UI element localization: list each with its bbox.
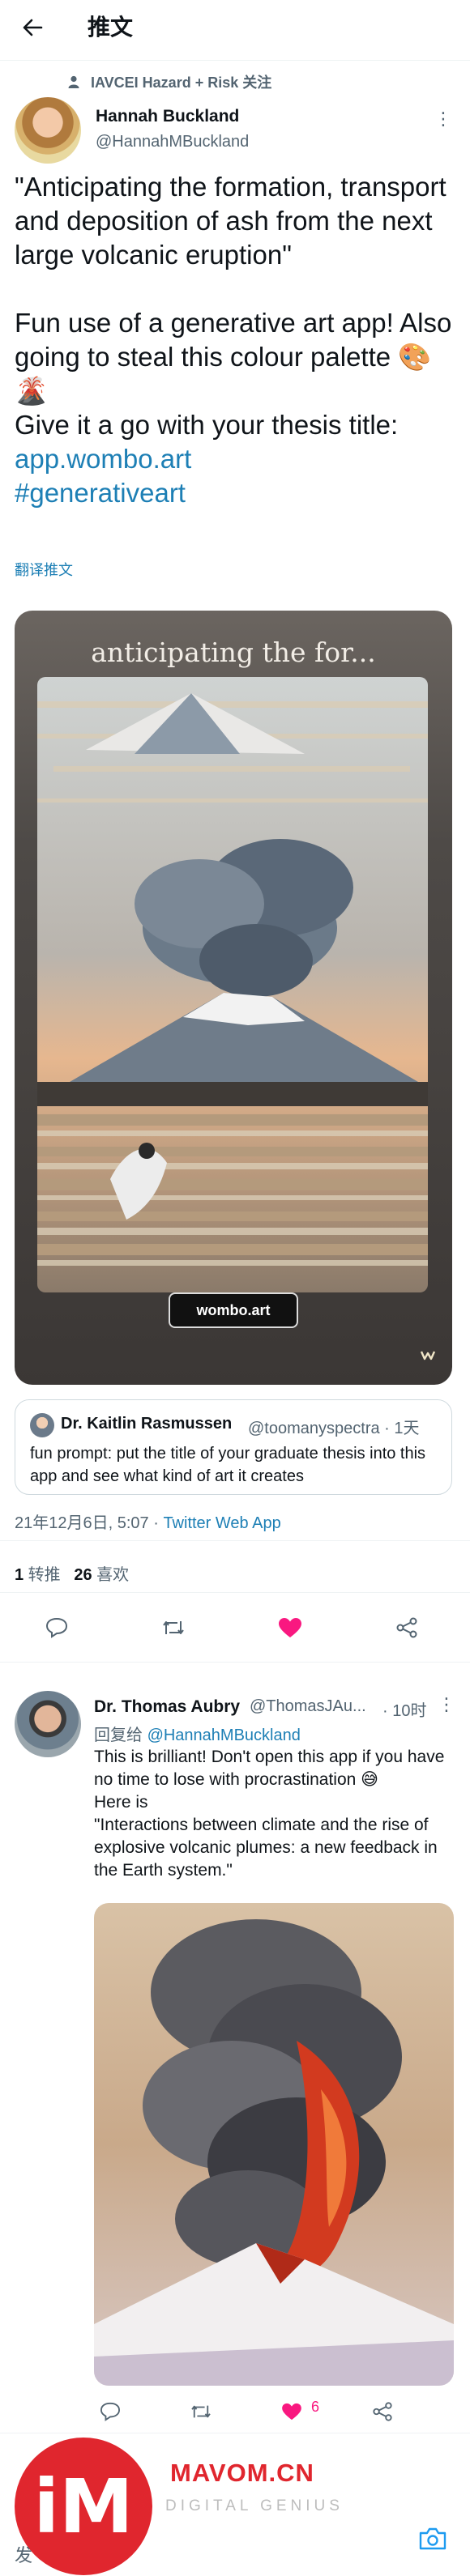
watermark-logo: iM <box>15 2438 152 2575</box>
reply-liked-heart-icon[interactable] <box>276 2395 308 2428</box>
reply-actions <box>94 2395 454 2428</box>
liked-heart-icon[interactable] <box>274 1612 306 1644</box>
retweet-count: 1 <box>15 1566 24 1584</box>
divider <box>0 60 470 61</box>
divider <box>0 1662 470 1663</box>
reply-share-icon[interactable] <box>366 2395 399 2428</box>
watermark-brand: MAVOM.CN <box>170 2459 314 2487</box>
tweet-link[interactable]: app.wombo.art <box>15 442 452 476</box>
author-handle[interactable]: @HannahMBuckland <box>96 133 249 151</box>
reply-time: · 10时 <box>382 1702 427 1720</box>
translate-tweet-link[interactable]: 翻译推文 <box>15 559 73 580</box>
tweet-timestamp: 21年12月6日, 5:07 · Twitter Web App <box>15 1509 281 1533</box>
avatar[interactable] <box>15 97 81 164</box>
card-title: anticipating the for... <box>91 637 376 668</box>
divider <box>0 1540 470 1541</box>
reply-retweet-icon[interactable] <box>185 2395 217 2428</box>
page-title: 推文 <box>88 15 134 40</box>
tweet-date: 21年12月6日, 5:07 · <box>15 1514 164 1532</box>
tweet-body: "Anticipating the formation, transport a… <box>15 172 452 440</box>
share-icon[interactable] <box>391 1612 423 1644</box>
watermark-tagline: DIGITAL GENIUS <box>165 2497 344 2514</box>
reply-avatar[interactable] <box>15 1691 81 1757</box>
more-options-icon[interactable]: ⋮ <box>434 109 452 130</box>
retweet-icon[interactable] <box>157 1612 190 1644</box>
reply-like-count: 6 <box>311 2399 320 2415</box>
reply-author-handle[interactable]: @ThomasJAu... <box>250 1697 366 1716</box>
watermark: iM MAVOM.CN DIGITAL GENIUS <box>0 2438 470 2576</box>
quote-author-handle: @toomanyspectra · 1天 <box>248 1420 420 1437</box>
reply-reply-icon[interactable] <box>94 2395 126 2428</box>
quote-text: fun prompt: put the title of your gradua… <box>30 1445 426 1485</box>
quote-avatar <box>30 1413 54 1437</box>
tweet-source-link[interactable]: Twitter Web App <box>163 1514 280 1532</box>
top-bar: 推文 <box>0 0 470 55</box>
tweet-text: "Anticipating the formation, transport a… <box>15 170 452 510</box>
generated-artwork-image <box>37 677 428 1292</box>
person-icon <box>68 75 79 88</box>
like-count: 26 <box>74 1566 92 1584</box>
retweet-label: 转推 <box>24 1566 61 1584</box>
hashtag-link[interactable]: #generativeart <box>15 476 452 510</box>
reply-icon[interactable] <box>41 1612 73 1644</box>
wombo-badge: wombo.art <box>169 1292 298 1328</box>
back-arrow-icon[interactable] <box>18 13 47 42</box>
quoted-tweet[interactable]: Dr. Kaitlin Rasmussen @toomanyspectra · … <box>15 1399 452 1495</box>
wombo-logo-icon <box>420 1351 436 1360</box>
reply-author-name[interactable]: Dr. Thomas Aubry <box>94 1697 240 1717</box>
reply-more-options-icon[interactable]: ⋮ <box>438 1694 455 1715</box>
quote-author-name: Dr. Kaitlin Rasmussen <box>61 1415 233 1433</box>
reply-to-line: 回复给 @HannahMBuckland <box>94 1722 301 1745</box>
like-label: 喜欢 <box>92 1566 130 1584</box>
camera-icon[interactable] <box>418 2527 447 2551</box>
social-context[interactable]: IAVCEI Hazard + Risk 关注 <box>68 71 271 92</box>
author-name[interactable]: Hannah Buckland <box>96 107 239 126</box>
reply-to-label: 回复给 <box>94 1727 147 1744</box>
media-card[interactable]: anticipating the for... wombo.art <box>15 611 452 1385</box>
reply-artwork-image[interactable] <box>94 1903 454 2386</box>
tweet-stats[interactable]: 1 转推 26 喜欢 <box>15 1561 129 1585</box>
compose-label[interactable]: 发 <box>15 2541 32 2567</box>
tweet-actions <box>0 1612 470 1647</box>
reply-text: This is brilliant! Don't open this app i… <box>94 1748 445 1880</box>
social-context-text: IAVCEI Hazard + Risk 关注 <box>91 75 272 91</box>
reply-to-handle[interactable]: @HannahMBuckland <box>147 1727 301 1744</box>
divider <box>0 1592 470 1593</box>
